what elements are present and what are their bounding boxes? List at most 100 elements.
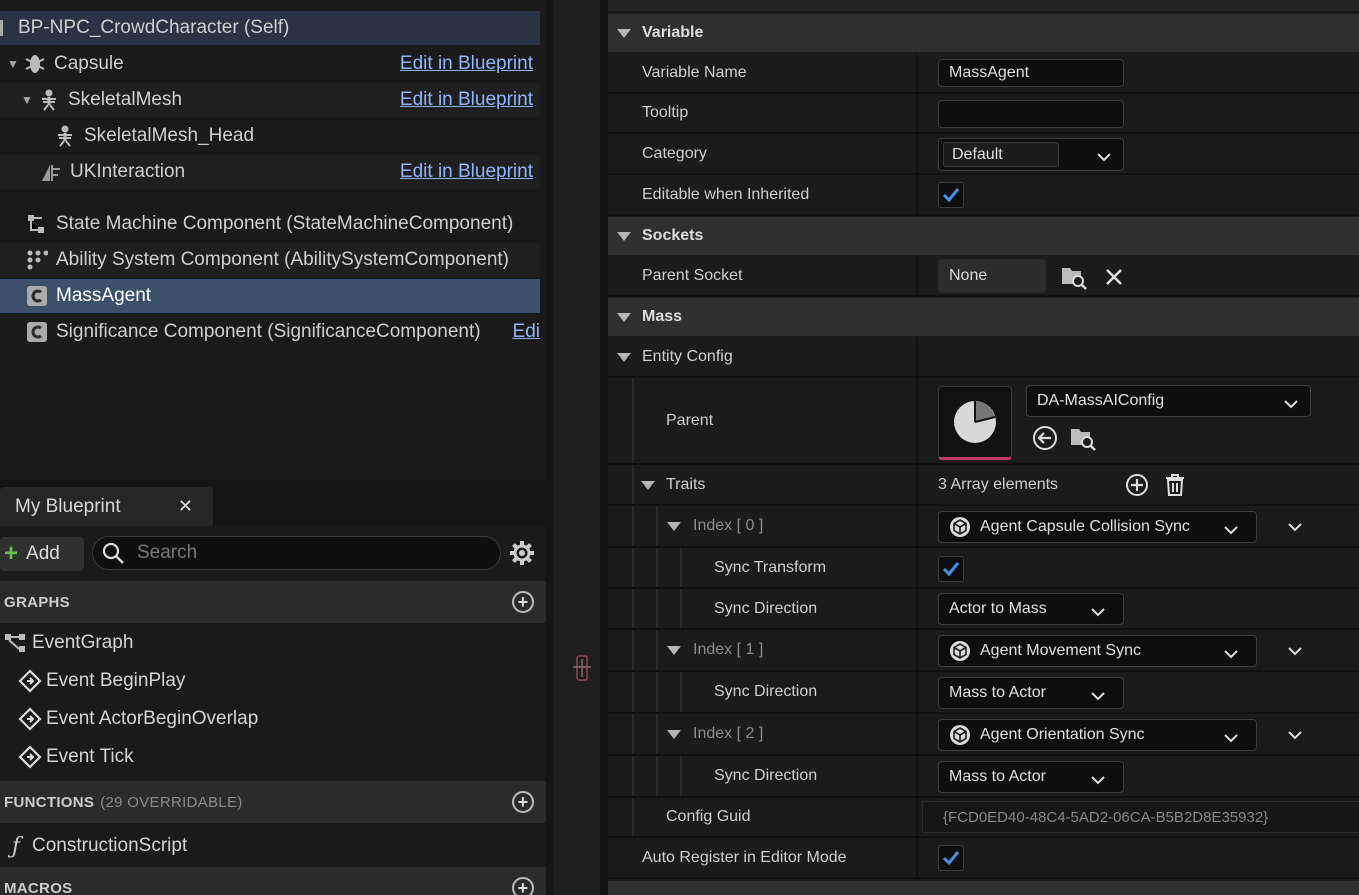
component-row-skeletalmesh[interactable]: ▼ SkeletalMesh Edit in Blueprint	[0, 83, 540, 117]
macros-section-header[interactable]: MACROS +	[0, 867, 546, 895]
component-row-significance[interactable]: Significance Component (SignificanceComp…	[0, 315, 540, 349]
add-button[interactable]: + Add	[0, 537, 84, 571]
panel-splitter[interactable]	[553, 0, 608, 895]
graph-item-eventgraph[interactable]: EventGraph	[4, 625, 133, 661]
trait-class-combo[interactable]: Agent Orientation Sync	[938, 719, 1257, 751]
details-top-strip	[608, 0, 1359, 11]
component-row-massagent[interactable]: MassAgent	[0, 279, 540, 313]
collapse-arrow-icon[interactable]: ▼	[6, 57, 20, 71]
browse-folder-icon[interactable]	[1061, 264, 1087, 290]
chevron-down-icon[interactable]	[1284, 396, 1298, 414]
sync-transform-checkbox[interactable]	[938, 556, 964, 582]
component-self-row[interactable]: BP-NPC_CrowdCharacter (Self)	[0, 11, 540, 45]
trait-class-combo[interactable]: Agent Capsule Collision Sync	[938, 511, 1257, 543]
chevron-down-icon[interactable]	[1224, 646, 1238, 664]
collapse-arrow-icon[interactable]	[617, 232, 631, 241]
edit-in-blueprint-link[interactable]: Edit in Blueprint	[400, 161, 533, 183]
cpp-component-icon	[26, 285, 48, 307]
prop-value-col: Agent Capsule Collision Sync	[916, 506, 1359, 546]
close-icon[interactable]: ✕	[178, 496, 193, 517]
functions-section-header[interactable]: FUNCTIONS (29 OVERRIDABLE) +	[0, 781, 546, 823]
auto-register-checkbox[interactable]	[938, 845, 964, 871]
clear-x-icon[interactable]	[1101, 264, 1127, 290]
indent-line	[656, 756, 658, 796]
interaction-icon	[40, 161, 62, 183]
sync-direction-combo[interactable]: Mass to Actor	[938, 677, 1124, 709]
prop-value-col	[916, 175, 1359, 214]
collapse-arrow-icon[interactable]	[667, 522, 681, 531]
browse-folder-icon[interactable]	[1070, 425, 1096, 451]
collapse-arrow-icon[interactable]	[667, 646, 681, 655]
category-text-field[interactable]: Default	[943, 142, 1059, 167]
trait-index-2: Index [ 2 ] Agent Orientation Sync	[608, 714, 1359, 756]
prop-label: Index [ 1 ]	[693, 641, 764, 658]
component-label: SkeletalMesh_Head	[84, 125, 255, 146]
sync-direction-combo[interactable]: Mass to Actor	[938, 761, 1124, 793]
config-guid-field[interactable]: {FCD0ED40-48C4-5AD2-06CA-B5B2D8E35932}	[922, 801, 1359, 833]
collapse-arrow-icon[interactable]: ▼	[20, 93, 34, 107]
component-row-state-machine[interactable]: State Machine Component (StateMachineCom…	[0, 207, 540, 241]
category-next[interactable]	[608, 881, 1359, 895]
variable-name-input[interactable]: MassAgent	[938, 59, 1124, 87]
chevron-down-icon[interactable]	[1282, 514, 1308, 540]
edit-in-blueprint-link[interactable]: Edit in Blueprint	[400, 53, 533, 75]
edit-in-blueprint-link[interactable]: Edi	[513, 321, 540, 343]
asset-thumbnail[interactable]	[938, 386, 1012, 460]
parent-asset-combo[interactable]: DA-MassAIConfig	[1026, 385, 1311, 417]
chevron-down-icon[interactable]	[1282, 722, 1308, 748]
add-circle-icon[interactable]: +	[512, 591, 534, 613]
component-row-capsule[interactable]: ▼ Capsule Edit in Blueprint	[0, 47, 540, 81]
tab-my-blueprint[interactable]: My Blueprint ✕	[0, 487, 213, 526]
chevron-down-icon[interactable]	[1282, 638, 1308, 664]
splitter-line	[600, 0, 608, 895]
chevron-down-icon[interactable]	[1224, 522, 1238, 540]
chevron-down-icon[interactable]	[1091, 772, 1105, 790]
component-label: State Machine Component (StateMachineCom…	[56, 213, 514, 234]
component-self-label: BP-NPC_CrowdCharacter (Self)	[18, 17, 290, 38]
indent-line	[656, 672, 658, 712]
event-diamond-icon	[18, 707, 42, 731]
category-mass[interactable]: Mass	[608, 298, 1359, 336]
gear-icon[interactable]	[508, 539, 536, 567]
add-circle-icon[interactable]: +	[512, 877, 534, 895]
prop-label: Category	[642, 144, 707, 162]
add-circle-icon[interactable]: +	[512, 791, 534, 813]
indent-line	[632, 378, 634, 463]
collapse-arrow-icon[interactable]	[617, 353, 631, 362]
skeleton-icon	[38, 89, 60, 111]
category-sockets[interactable]: Sockets	[608, 217, 1359, 255]
graph-item-actorbeginoverlap[interactable]: Event ActorBeginOverlap	[18, 701, 258, 737]
chevron-down-icon[interactable]	[1091, 604, 1105, 622]
chevron-down-icon[interactable]	[1224, 730, 1238, 748]
sync-direction-combo[interactable]: Actor to Mass	[938, 593, 1124, 625]
editable-checkbox[interactable]	[938, 182, 964, 208]
add-element-icon[interactable]	[1124, 472, 1150, 498]
trash-icon[interactable]	[1162, 472, 1188, 498]
graph-item-beginplay[interactable]: Event BeginPlay	[18, 663, 185, 699]
chevron-down-icon[interactable]	[1091, 688, 1105, 706]
component-row-ability-system[interactable]: Ability System Component (AbilitySystemC…	[0, 243, 540, 277]
splitter-grip-icon[interactable]	[573, 655, 591, 686]
collapse-arrow-icon[interactable]	[641, 481, 655, 490]
field-value: None	[949, 267, 988, 284]
edit-in-blueprint-link[interactable]: Edit in Blueprint	[400, 89, 533, 111]
tooltip-input[interactable]	[938, 100, 1124, 128]
category-variable[interactable]: Variable	[608, 14, 1359, 52]
collapse-arrow-icon[interactable]	[667, 730, 681, 739]
use-selected-arrow-icon[interactable]	[1032, 425, 1058, 451]
graphs-section-header[interactable]: GRAPHS +	[0, 581, 546, 623]
function-item-constructionscript[interactable]: ƒ ConstructionScript	[4, 828, 187, 864]
chevron-down-icon[interactable]	[1097, 149, 1111, 167]
component-row-ukinteraction[interactable]: UKInteraction Edit in Blueprint	[0, 155, 540, 189]
combo-value: Default	[952, 145, 1003, 163]
search-input[interactable]: Search	[92, 536, 501, 570]
graph-item-tick[interactable]: Event Tick	[18, 739, 134, 775]
indent-line	[680, 548, 682, 587]
component-row-skeletalmesh-head[interactable]: SkeletalMesh_Head	[0, 119, 540, 153]
indent-line	[656, 589, 658, 628]
parent-socket-field[interactable]: None	[938, 259, 1046, 293]
category-combo[interactable]: Default	[938, 138, 1124, 171]
collapse-arrow-icon[interactable]	[617, 313, 631, 322]
trait-class-combo[interactable]: Agent Movement Sync	[938, 635, 1257, 667]
collapse-arrow-icon[interactable]	[617, 29, 631, 38]
